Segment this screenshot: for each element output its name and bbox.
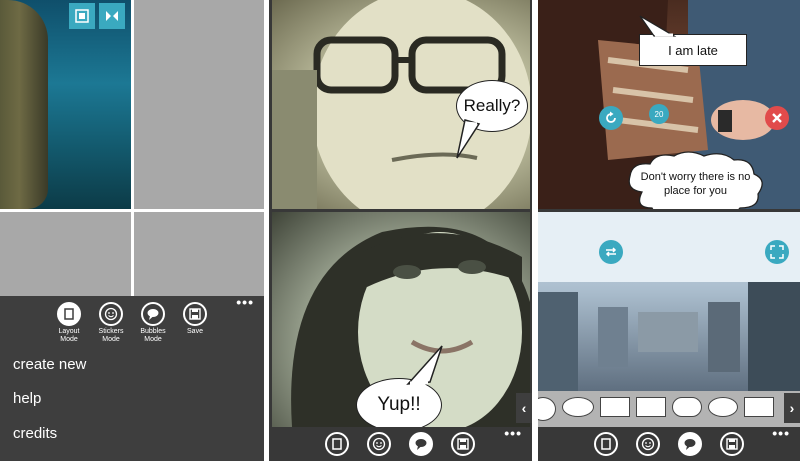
app-bar: •••	[538, 425, 800, 461]
close-icon	[772, 113, 782, 123]
save-button[interactable]	[451, 432, 475, 456]
save-label: Save	[187, 328, 203, 335]
speech-bubble-bottom-text: Yup!!	[377, 394, 421, 415]
bubble-option-oval[interactable]	[562, 397, 594, 417]
bubble-option-rect[interactable]	[600, 397, 630, 417]
swap-icon	[605, 247, 617, 257]
stickers-mode-button[interactable]	[367, 432, 391, 456]
rotate-button[interactable]	[599, 106, 623, 130]
bubble-picker-strip	[538, 391, 800, 427]
photo-cell-woman-watch[interactable]: I am late 20 Don't worry there is no pla…	[538, 0, 800, 209]
bubbles-mode-button[interactable]	[409, 432, 433, 456]
layout-icon	[601, 438, 611, 450]
layout-mode-label: Layout Mode	[58, 328, 80, 343]
empty-cell-bottom-left[interactable]	[0, 212, 131, 296]
smiley-icon	[641, 437, 655, 451]
bus-interior-photo	[538, 212, 800, 391]
empty-cell-bottom-right[interactable]	[134, 212, 264, 296]
image-icon	[75, 9, 89, 23]
menu-create-new[interactable]: create new	[13, 356, 86, 373]
screen-bubbles-mode: Really? Yup!! ‹ •••	[269, 0, 532, 461]
save-button[interactable]	[720, 432, 744, 456]
bubbles-mode-button[interactable]: Bubbles Mode	[133, 302, 173, 344]
layout-mode-button[interactable]: Layout Mode	[49, 302, 89, 344]
smiley-icon	[372, 437, 386, 451]
more-button[interactable]: •••	[772, 425, 790, 441]
toggle-sticker-strip-button[interactable]: ›	[784, 393, 800, 423]
speech-bubble-tail	[406, 345, 443, 385]
speech-bubble-top-text: Really?	[463, 96, 521, 115]
save-icon	[183, 302, 207, 326]
caption-box[interactable]: I am late	[639, 34, 747, 66]
swap-button[interactable]	[99, 3, 125, 29]
stickers-mode-label: Stickers Mode	[98, 328, 124, 343]
speech-bubble-icon	[415, 439, 427, 450]
rotate-icon	[606, 111, 616, 123]
caption-text: I am late	[668, 42, 718, 58]
app-bar: •••	[269, 425, 532, 461]
photo-cell-bus-interior[interactable]	[538, 212, 800, 391]
caption-tail	[639, 15, 677, 37]
expand-icon	[770, 245, 784, 259]
speech-bubble-tail	[456, 119, 481, 159]
photo-cell-woman[interactable]: Yup!!	[272, 212, 530, 427]
more-button[interactable]: •••	[236, 294, 254, 310]
delete-button[interactable]	[765, 106, 789, 130]
fullscreen-button[interactable]	[765, 240, 789, 264]
layout-mode-button[interactable]	[594, 432, 618, 456]
stickers-mode-button[interactable]: Stickers Mode	[91, 302, 131, 344]
size-badge[interactable]: 20	[649, 104, 669, 124]
menu-credits[interactable]: credits	[13, 425, 57, 442]
thought-cloud-text: Don't worry there is no place for you	[640, 171, 751, 197]
layout-mode-button[interactable]	[325, 432, 349, 456]
size-badge-value: 20	[654, 109, 664, 119]
speech-bubble-icon	[141, 302, 165, 326]
save-icon	[457, 438, 469, 450]
speech-bubble-icon	[684, 439, 696, 450]
more-button[interactable]: •••	[504, 425, 522, 441]
bubble-option-round[interactable]	[538, 397, 556, 421]
swap-photo-button[interactable]	[599, 240, 623, 264]
swap-arrows-icon	[106, 11, 118, 21]
chevron-left-icon: ‹	[521, 400, 527, 416]
screen-editing-bubbles: I am late 20 Don't worry there is no pla…	[538, 0, 800, 461]
toggle-sticker-strip-button[interactable]: ‹	[516, 393, 532, 423]
chevron-right-icon: ›	[789, 400, 795, 416]
bubble-option-ellipse[interactable]	[708, 397, 738, 417]
photo-cell-underwater[interactable]	[0, 0, 131, 209]
smiley-icon	[99, 302, 123, 326]
bubble-option-box[interactable]	[744, 397, 774, 417]
bubble-option-rect-alt[interactable]	[636, 397, 666, 417]
empty-cell-top-right[interactable]	[134, 0, 264, 209]
screen-layout-mode: ••• Layout Mode Stickers Mode Bubbles Mo…	[0, 0, 264, 461]
layout-icon	[57, 302, 81, 326]
save-button[interactable]: Save	[175, 302, 215, 336]
bubbles-mode-label: Bubbles Mode	[140, 328, 166, 343]
bubble-option-cloud[interactable]	[672, 397, 702, 417]
stickers-mode-button[interactable]	[636, 432, 660, 456]
rock-formation	[0, 0, 48, 209]
menu-help[interactable]: help	[13, 390, 41, 407]
layout-icon	[332, 438, 342, 450]
pick-photo-button[interactable]	[69, 3, 95, 29]
app-bar-expanded: ••• Layout Mode Stickers Mode Bubbles Mo…	[0, 294, 264, 461]
save-icon	[726, 438, 738, 450]
bubbles-mode-button[interactable]	[678, 432, 702, 456]
photo-cell-man[interactable]: Really?	[272, 0, 530, 209]
